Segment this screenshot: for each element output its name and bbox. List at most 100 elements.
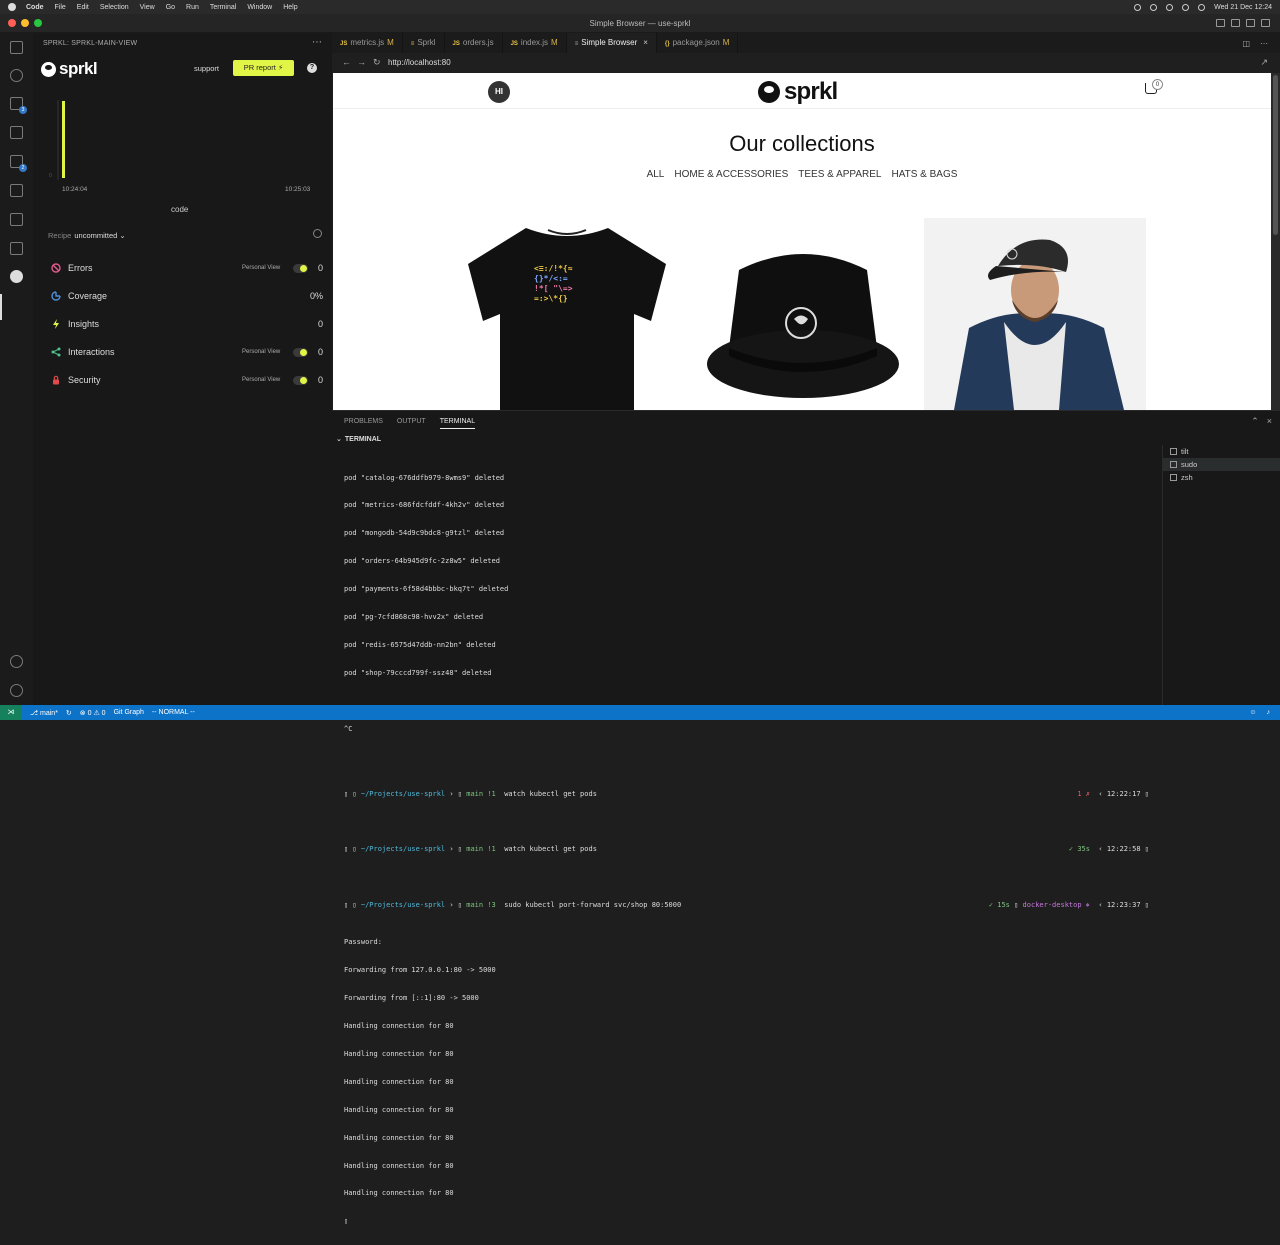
toggle-sidebar-icon[interactable]	[1216, 19, 1225, 27]
modified-badge: M	[722, 38, 730, 47]
personal-view-toggle[interactable]	[293, 264, 308, 273]
source-control-icon[interactable]: 3	[10, 97, 27, 114]
sync-icon[interactable]: ↻	[66, 709, 72, 717]
status-icon[interactable]	[1134, 3, 1142, 11]
metric-coverage[interactable]: Coverage 0%	[48, 289, 323, 305]
menu-file[interactable]: File	[55, 4, 66, 11]
git-graph-icon[interactable]	[10, 242, 23, 255]
help-icon[interactable]: ?	[307, 63, 317, 73]
menu-help[interactable]: Help	[283, 4, 297, 11]
terminal-output[interactable]: pod "catalog-676ddfb979-8wms9" deleted p…	[344, 455, 1159, 1245]
product-image-model-cap[interactable]	[924, 218, 1146, 410]
more-actions-icon[interactable]: ⋯	[312, 37, 322, 48]
branch-indicator[interactable]: ⎇ main*	[30, 709, 58, 717]
apple-icon[interactable]	[8, 3, 16, 11]
menubar-clock[interactable]: Wed 21 Dec 12:24	[1214, 4, 1272, 11]
filter-all[interactable]: ALL	[647, 169, 665, 180]
extensions-icon[interactable]: 2	[10, 155, 27, 172]
toggle-secondary-sidebar-icon[interactable]	[1246, 19, 1255, 27]
menu-edit[interactable]: Edit	[77, 4, 89, 11]
menu-selection[interactable]: Selection	[100, 4, 129, 11]
close-tab-icon[interactable]: ×	[643, 38, 648, 47]
wifi-icon[interactable]	[1182, 3, 1190, 11]
status-icon[interactable]	[1150, 3, 1158, 11]
terminal-item-sudo[interactable]: sudo	[1163, 458, 1280, 471]
terminal-section-header[interactable]: ⌄ TERMINAL	[336, 435, 381, 443]
tab-sprkl[interactable]: ≡ Sprkl	[403, 33, 445, 53]
menu-view[interactable]: View	[140, 4, 155, 11]
sprkl-logo-mark-icon	[41, 61, 56, 77]
terminal-item-tilt[interactable]: tilt	[1163, 445, 1280, 458]
remote-explorer-icon[interactable]	[10, 184, 23, 197]
open-external-icon[interactable]: ↗	[1260, 57, 1268, 68]
terminal-line: Handling connection for 80	[344, 1133, 454, 1142]
search-icon[interactable]	[10, 69, 23, 82]
feedback-icon[interactable]: ☺	[1249, 709, 1256, 716]
terminal-line: ^C	[344, 724, 353, 733]
menu-app[interactable]: Code	[26, 4, 44, 11]
tab-index-js[interactable]: JS index.js M	[503, 33, 567, 53]
back-arrow-icon[interactable]: ←	[342, 57, 351, 67]
personal-view-toggle[interactable]	[293, 376, 308, 385]
metric-label: Insights	[68, 319, 100, 329]
toggle-panel-icon[interactable]	[1231, 19, 1240, 27]
menu-go[interactable]: Go	[166, 4, 175, 11]
notifications-bell-icon[interactable]: ♪	[1267, 709, 1271, 716]
docker-icon[interactable]	[10, 213, 23, 226]
tab-metrics-js[interactable]: JS metrics.js M	[332, 33, 403, 53]
tab-package-json[interactable]: {} package.json M	[657, 33, 739, 53]
sprkl-icon[interactable]	[10, 270, 23, 283]
split-editor-icon[interactable]: ◫	[1242, 39, 1250, 48]
prompt-right: 1 ✗ ‹ 12:22:17 ▯	[1077, 789, 1149, 798]
git-graph-button[interactable]: Git Graph	[114, 709, 144, 716]
accounts-icon[interactable]	[10, 655, 23, 668]
graph-icon[interactable]	[313, 229, 322, 238]
filter-tees-apparel[interactable]: TEES & APPAREL	[798, 169, 881, 180]
metric-errors[interactable]: Errors Personal View 0	[48, 261, 323, 277]
more-actions-icon[interactable]: ⋯	[1260, 39, 1268, 48]
user-avatar[interactable]: HI	[488, 81, 510, 103]
terminal-item-zsh[interactable]: zsh	[1163, 471, 1280, 484]
remote-indicator-icon[interactable]: ⋊	[0, 705, 22, 720]
control-center-icon[interactable]	[1198, 3, 1206, 11]
problems-indicator[interactable]: ⊗ 0 ⚠ 0	[80, 709, 106, 717]
tab-output[interactable]: OUTPUT	[397, 418, 426, 429]
lock-icon	[53, 375, 59, 385]
metric-interactions[interactable]: Interactions Personal View 0	[48, 345, 323, 361]
tab-simple-browser[interactable]: ≡ Simple Browser ×	[566, 33, 657, 53]
svg-text:{}*/<:=: {}*/<:=	[534, 274, 568, 283]
tab-terminal[interactable]: TERMINAL	[439, 418, 476, 429]
active-indicator	[0, 294, 2, 320]
scrollbar-thumb[interactable]	[1273, 75, 1278, 235]
metric-security[interactable]: Security Personal View 0	[48, 373, 323, 389]
menu-terminal[interactable]: Terminal	[210, 4, 236, 11]
personal-view-label: Personal View	[242, 265, 281, 271]
recipe-selector[interactable]: Recipe uncommitted ⌄	[48, 231, 126, 240]
maximize-panel-icon[interactable]: ⌃	[1251, 416, 1259, 427]
product-image-bucket-hat[interactable]	[705, 248, 901, 408]
status-icon[interactable]	[1166, 3, 1174, 11]
run-debug-icon[interactable]	[10, 126, 23, 139]
menu-run[interactable]: Run	[186, 4, 199, 11]
tab-problems[interactable]: PROBLEMS	[344, 418, 383, 429]
webpage-scrollbar[interactable]	[1271, 73, 1280, 410]
tab-orders-js[interactable]: JS orders.js	[445, 33, 503, 53]
pr-report-button[interactable]: PR report ⚡	[233, 60, 294, 76]
metric-insights[interactable]: Insights 0	[48, 317, 323, 333]
shop-logo[interactable]: sprkl	[758, 78, 838, 106]
menu-window[interactable]: Window	[247, 4, 272, 11]
chart-bar	[62, 101, 65, 178]
product-image-tshirt[interactable]: <≡:/!*{≈ {}*/<:= !*[ "\=> =:>\*{}	[466, 226, 668, 410]
reload-icon[interactable]: ↻	[373, 57, 381, 68]
settings-gear-icon[interactable]	[10, 684, 23, 697]
support-link[interactable]: support	[194, 64, 219, 73]
filter-hats-bags[interactable]: HATS & BAGS	[891, 169, 957, 180]
filter-home-accessories[interactable]: HOME & ACCESSORIES	[674, 169, 788, 180]
close-panel-icon[interactable]: ×	[1267, 416, 1272, 427]
customize-layout-icon[interactable]	[1261, 19, 1270, 27]
personal-view-toggle[interactable]	[293, 348, 308, 357]
explorer-icon[interactable]	[10, 41, 23, 54]
forward-arrow-icon[interactable]: →	[357, 57, 366, 67]
url-input[interactable]: http://localhost:80	[388, 58, 451, 67]
recipe-value[interactable]: uncommitted ⌄	[74, 231, 125, 240]
